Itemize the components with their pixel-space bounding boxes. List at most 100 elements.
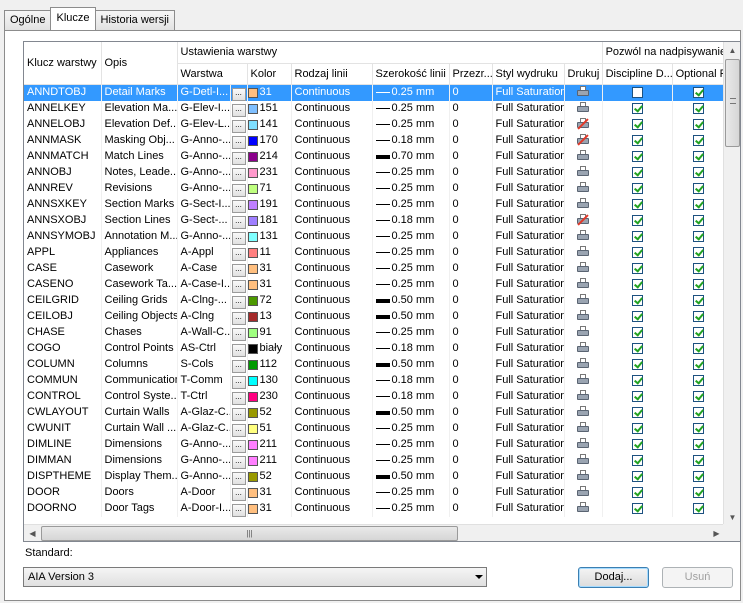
cell-layer-browse[interactable]: ... <box>230 388 248 405</box>
discipline-checkbox[interactable] <box>631 374 643 386</box>
optional-checkbox[interactable] <box>693 278 705 290</box>
discipline-checkbox[interactable] <box>631 198 643 210</box>
discipline-checkbox[interactable] <box>631 182 643 194</box>
cell-desc[interactable]: Revisions <box>101 180 178 197</box>
cell-layer-browse[interactable]: ... <box>230 292 248 309</box>
cell-key[interactable]: ANNSXKEY <box>24 196 102 213</box>
cell-layer[interactable]: A-Case <box>177 260 231 277</box>
cell-layer[interactable]: A-Glaz-C... <box>177 420 231 437</box>
cell-layer[interactable]: G-Anno-... <box>177 164 231 181</box>
cell-layer[interactable]: A-Clng-... <box>177 292 231 309</box>
cell-color[interactable]: 31 <box>247 276 292 293</box>
browse-button[interactable]: ... <box>231 503 246 517</box>
cell-discipline[interactable] <box>602 388 673 405</box>
cell-key[interactable]: DOOR <box>24 484 102 501</box>
col-layer-header[interactable]: Warstwa <box>177 63 248 85</box>
cell-discipline[interactable] <box>602 452 673 469</box>
cell-color[interactable]: 52 <box>247 468 292 485</box>
optional-checkbox[interactable] <box>693 342 705 354</box>
optional-checkbox[interactable] <box>693 310 705 322</box>
cell-transparency[interactable]: 0 <box>449 452 493 469</box>
cell-layer-browse[interactable]: ... <box>230 340 248 357</box>
cell-key[interactable]: ANNSXOBJ <box>24 212 102 229</box>
discipline-checkbox[interactable] <box>631 358 643 370</box>
cell-color[interactable]: 72 <box>247 292 292 309</box>
cell-lineweight[interactable]: 0.25 mm <box>372 116 450 133</box>
optional-checkbox[interactable] <box>693 294 705 306</box>
discipline-checkbox[interactable] <box>631 486 643 498</box>
browse-button[interactable]: ... <box>231 263 246 277</box>
browse-button[interactable]: ... <box>231 135 246 149</box>
cell-layer-browse[interactable]: ... <box>230 436 248 453</box>
cell-key[interactable]: DISPTHEME <box>24 468 102 485</box>
cell-layer[interactable]: A-Clng <box>177 308 231 325</box>
cell-transparency[interactable]: 0 <box>449 228 493 245</box>
cell-plotstyle[interactable]: Full Saturation <box>492 484 565 501</box>
cell-transparency[interactable]: 0 <box>449 308 493 325</box>
printer-icon[interactable] <box>576 470 590 482</box>
optional-checkbox[interactable] <box>693 230 705 242</box>
cell-plot[interactable] <box>564 84 603 101</box>
discipline-checkbox[interactable] <box>631 150 643 162</box>
printer-icon[interactable] <box>576 198 590 210</box>
scroll-up-icon[interactable]: ▲ <box>724 42 740 59</box>
cell-color[interactable]: 211 <box>247 452 292 469</box>
printer-icon[interactable] <box>576 406 590 418</box>
add-button[interactable]: Dodaj... <box>578 567 649 588</box>
cell-discipline[interactable] <box>602 164 673 181</box>
cell-linetype[interactable]: Continuous <box>291 100 373 117</box>
cell-layer-browse[interactable]: ... <box>230 404 248 421</box>
cell-layer-browse[interactable]: ... <box>230 180 248 197</box>
cell-key[interactable]: ANNMATCH <box>24 148 102 165</box>
cell-transparency[interactable]: 0 <box>449 196 493 213</box>
optional-checkbox[interactable] <box>693 438 705 450</box>
table-row[interactable]: ANNMATCH Match Lines G-Anno-...... 214 Conti… <box>24 148 725 165</box>
cell-plotstyle[interactable]: Full Saturation <box>492 500 565 517</box>
optional-checkbox[interactable] <box>693 326 705 338</box>
cell-transparency[interactable]: 0 <box>449 244 493 261</box>
cell-transparency[interactable]: 0 <box>449 372 493 389</box>
cell-color[interactable]: 91 <box>247 324 292 341</box>
cell-transparency[interactable]: 0 <box>449 468 493 485</box>
printer-icon[interactable] <box>576 294 590 306</box>
table-row[interactable]: ANNMASK Masking Obj... G-Anno-...... 170 Con… <box>24 132 725 149</box>
cell-linetype[interactable]: Continuous <box>291 276 373 293</box>
cell-layer-browse[interactable]: ... <box>230 452 248 469</box>
cell-key[interactable]: COLUMN <box>24 356 102 373</box>
cell-color[interactable]: 141 <box>247 116 292 133</box>
cell-plotstyle[interactable]: Full Saturation <box>492 244 565 261</box>
cell-desc[interactable]: Doors <box>101 484 178 501</box>
table-row[interactable]: CHASE Chases A-Wall-C...... 91 Continuous 0.2… <box>24 324 725 341</box>
cell-transparency[interactable]: 0 <box>449 340 493 357</box>
optional-checkbox[interactable] <box>693 150 705 162</box>
cell-plot[interactable] <box>564 308 603 325</box>
cell-transparency[interactable]: 0 <box>449 132 493 149</box>
optional-checkbox[interactable] <box>693 262 705 274</box>
cell-layer[interactable]: G-Anno-... <box>177 468 231 485</box>
cell-color[interactable]: 230 <box>247 388 292 405</box>
cell-layer[interactable]: AS-Ctrl <box>177 340 231 357</box>
cell-key[interactable]: CWUNIT <box>24 420 102 437</box>
optional-checkbox[interactable] <box>693 102 705 114</box>
cell-color[interactable]: 151 <box>247 100 292 117</box>
cell-plot[interactable] <box>564 164 603 181</box>
cell-color[interactable]: 71 <box>247 180 292 197</box>
cell-discipline[interactable] <box>602 324 673 341</box>
cell-key[interactable]: DOORNO <box>24 500 102 517</box>
cell-desc[interactable]: Detail Marks <box>101 84 178 101</box>
printer-disabled-icon[interactable] <box>576 214 590 226</box>
cell-optional[interactable] <box>672 132 725 149</box>
cell-discipline[interactable] <box>602 148 673 165</box>
cell-discipline[interactable] <box>602 84 673 101</box>
cell-plot[interactable] <box>564 148 603 165</box>
cell-plotstyle[interactable]: Full Saturation <box>492 212 565 229</box>
browse-button[interactable]: ... <box>231 359 246 373</box>
cell-linetype[interactable]: Continuous <box>291 340 373 357</box>
table-row[interactable]: CONTROL Control Syste... T-Ctrl... 230 Conti… <box>24 388 725 405</box>
cell-layer-browse[interactable]: ... <box>230 244 248 261</box>
browse-button[interactable]: ... <box>231 87 246 101</box>
cell-plot[interactable] <box>564 372 603 389</box>
cell-desc[interactable]: Match Lines <box>101 148 178 165</box>
cell-linetype[interactable]: Continuous <box>291 452 373 469</box>
browse-button[interactable]: ... <box>231 151 246 165</box>
